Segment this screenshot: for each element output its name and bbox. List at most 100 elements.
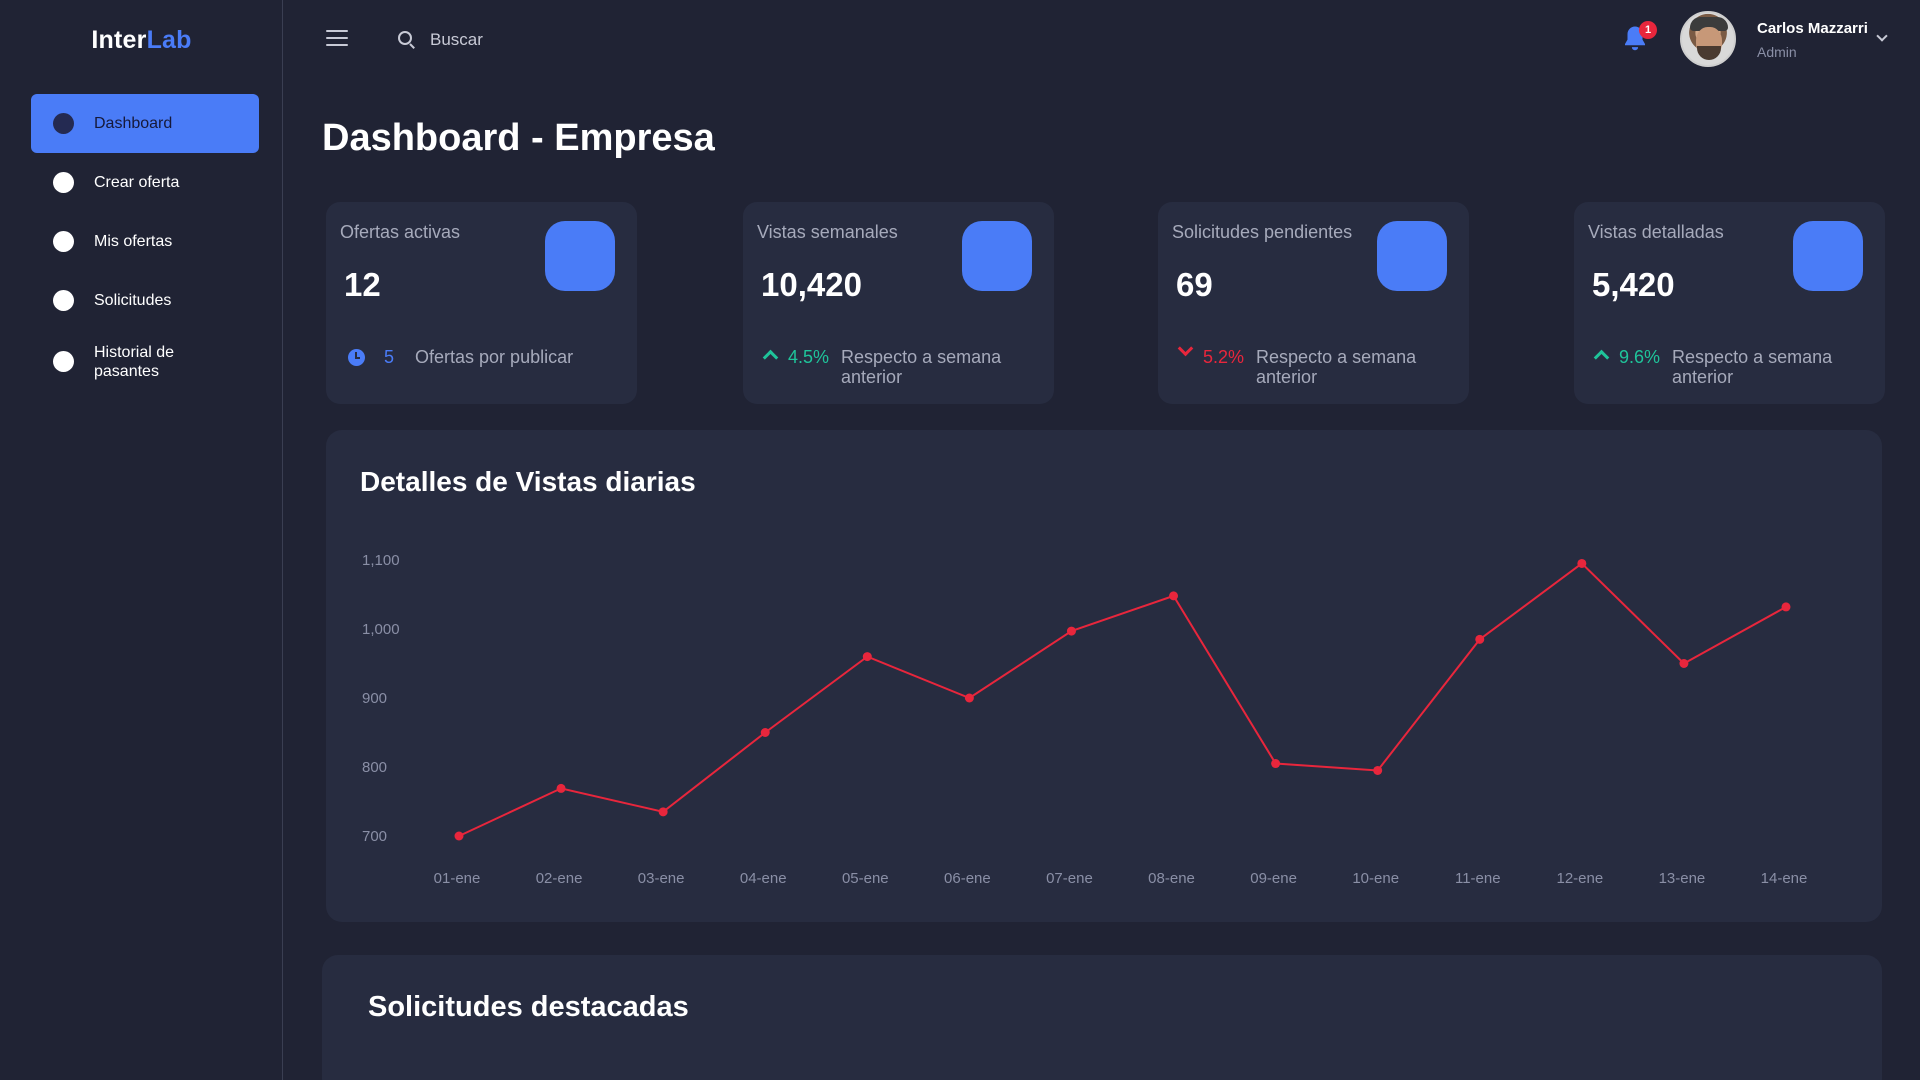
- sidebar-item-label: Mis ofertas: [94, 233, 173, 250]
- x-tick-label: 02-ene: [536, 870, 583, 887]
- x-tick-label: 01-ene: [434, 870, 481, 887]
- card-footer-text: Respecto a semana anterior: [841, 347, 1002, 387]
- trend-value: 5.2%: [1203, 347, 1245, 367]
- trend-up-icon: [762, 349, 779, 366]
- brand-name-main: Inter: [91, 26, 147, 54]
- y-tick-label: 700: [362, 828, 387, 845]
- daily-views-line-chart: 700 800 900 1,000 1,100 01-ene 02-ene 03-ene 04-…: [362, 552, 1808, 887]
- data-point[interactable]: [964, 693, 974, 703]
- stat-card-ofertas-activas: Ofertas activas 12 5 Ofertas por publica…: [326, 202, 637, 404]
- sidebar-nav: Dashboard Crear oferta Mis ofertas Solic…: [31, 94, 259, 393]
- y-tick-label: 1,000: [362, 621, 400, 638]
- card-footer: 5.2% Respecto a semana anterior: [1177, 340, 1450, 387]
- data-point[interactable]: [1169, 591, 1179, 601]
- card-footer-text: Respecto a semana anterior: [1256, 347, 1417, 387]
- card-footer: 9.6% Respecto a semana anterior: [1593, 347, 1866, 387]
- sidebar-item-label: Historial de pasantes: [94, 343, 175, 380]
- card-value: 12: [344, 266, 381, 303]
- user-role: Admin: [1757, 44, 1797, 60]
- sidebar-item-historial-de-pasantes[interactable]: Historial de pasantes: [31, 330, 259, 393]
- x-tick-label: 10-ene: [1352, 870, 1399, 887]
- sidebar-item-label: Solicitudes: [94, 292, 172, 309]
- data-point[interactable]: [1373, 765, 1383, 775]
- data-point[interactable]: [1066, 626, 1076, 636]
- card-value: 10,420: [761, 266, 862, 303]
- trend-value: 9.6%: [1619, 347, 1661, 367]
- card-icon: [962, 221, 1032, 291]
- search-input[interactable]: [430, 30, 680, 50]
- data-point[interactable]: [1781, 602, 1791, 612]
- x-tick-label: 05-ene: [842, 870, 889, 887]
- sidebar-item-label: Crear oferta: [94, 174, 180, 191]
- series-line: [458, 562, 1787, 837]
- card-icon: [1793, 221, 1863, 291]
- pending-count: 5: [384, 347, 395, 367]
- sidebar-item-label: Dashboard: [94, 115, 173, 132]
- x-tick-label: 03-ene: [638, 870, 685, 887]
- search-icon[interactable]: [398, 31, 416, 49]
- card-value: 69: [1176, 266, 1213, 303]
- data-point[interactable]: [1577, 558, 1587, 568]
- sidebar-item-crear-oferta[interactable]: Crear oferta: [31, 153, 259, 212]
- sidebar-item-solicitudes[interactable]: Solicitudes: [31, 271, 259, 330]
- y-tick-label: 800: [362, 759, 387, 776]
- data-point[interactable]: [1475, 634, 1485, 644]
- daily-views-chart-panel: Detalles de Vistas diarias 700 800 900 1,00…: [326, 430, 1882, 922]
- card-label: Ofertas activas: [340, 222, 461, 242]
- sidebar-item-dashboard[interactable]: Dashboard: [31, 94, 259, 153]
- card-icon: [1377, 221, 1447, 291]
- data-point[interactable]: [862, 652, 872, 662]
- search-bar: [398, 26, 698, 54]
- solicitudes-icon: [53, 290, 74, 311]
- notifications-bell-icon[interactable]: 1: [1620, 21, 1657, 58]
- y-tick-label: 900: [362, 690, 387, 707]
- brand-name-accent: Lab: [146, 26, 192, 54]
- card-icon: [545, 221, 615, 291]
- page-title: Dashboard - Empresa: [322, 117, 715, 159]
- sidebar: InterLab Dashboard Crear oferta Mis ofer…: [0, 0, 283, 1080]
- historial-icon: [53, 351, 74, 372]
- card-label: Solicitudes pendientes: [1172, 222, 1353, 242]
- data-point[interactable]: [454, 831, 464, 841]
- x-tick-label: 11-ene: [1455, 870, 1501, 887]
- featured-requests-panel: Solicitudes destacadas: [322, 955, 1882, 1080]
- mis-ofertas-icon: [53, 231, 74, 252]
- x-tick-label: 13-ene: [1659, 870, 1706, 887]
- x-tick-label: 14-ene: [1761, 870, 1808, 887]
- user-name: Carlos Mazzarri: [1757, 20, 1868, 37]
- sidebar-item-mis-ofertas[interactable]: Mis ofertas: [31, 212, 259, 271]
- trend-up-icon: [1593, 349, 1610, 366]
- clock-icon: [348, 349, 365, 366]
- card-footer: 5 Ofertas por publicar: [348, 347, 618, 368]
- trend-value: 4.5%: [788, 347, 830, 367]
- x-tick-label: 09-ene: [1250, 870, 1297, 887]
- card-label: Vistas detalladas: [1588, 222, 1724, 242]
- menu-toggle-icon[interactable]: [326, 30, 348, 48]
- trend-down-icon: [1177, 340, 1194, 357]
- y-tick-label: 1,100: [362, 552, 400, 569]
- data-point[interactable]: [760, 728, 770, 737]
- card-footer-text: Ofertas por publicar: [415, 347, 574, 367]
- data-point[interactable]: [556, 783, 566, 793]
- topbar: 1 Carlos Mazzarri Admin: [284, 0, 1920, 80]
- card-footer: 4.5% Respecto a semana anterior: [762, 347, 1035, 387]
- x-tick-label: 08-ene: [1148, 870, 1195, 887]
- card-label: Vistas semanales: [757, 222, 898, 242]
- card-footer-text: Respecto a semana anterior: [1672, 347, 1833, 387]
- data-point[interactable]: [1679, 659, 1689, 668]
- requests-title: Solicitudes destacadas: [368, 991, 689, 1023]
- data-point[interactable]: [1271, 759, 1281, 769]
- x-tick-label: 06-ene: [944, 870, 991, 887]
- stat-card-solicitudes-pendientes: Solicitudes pendientes 69 5.2% Respecto …: [1158, 202, 1469, 404]
- app-root: InterLab Dashboard Crear oferta Mis ofer…: [0, 0, 1920, 1080]
- stat-card-vistas-semanales: Vistas semanales 10,420 4.5% Respecto a …: [743, 202, 1054, 404]
- data-point[interactable]: [658, 807, 668, 817]
- chevron-down-icon[interactable]: [1876, 30, 1888, 42]
- notification-count-badge: 1: [1639, 21, 1657, 39]
- card-value: 5,420: [1592, 266, 1675, 303]
- x-tick-label: 12-ene: [1556, 870, 1603, 887]
- stat-card-vistas-detalladas: Vistas detalladas 5,420 9.6% Respecto a …: [1574, 202, 1885, 404]
- brand-logo[interactable]: InterLab: [0, 26, 283, 55]
- crear-oferta-icon: [53, 172, 74, 193]
- user-avatar[interactable]: [1680, 11, 1736, 67]
